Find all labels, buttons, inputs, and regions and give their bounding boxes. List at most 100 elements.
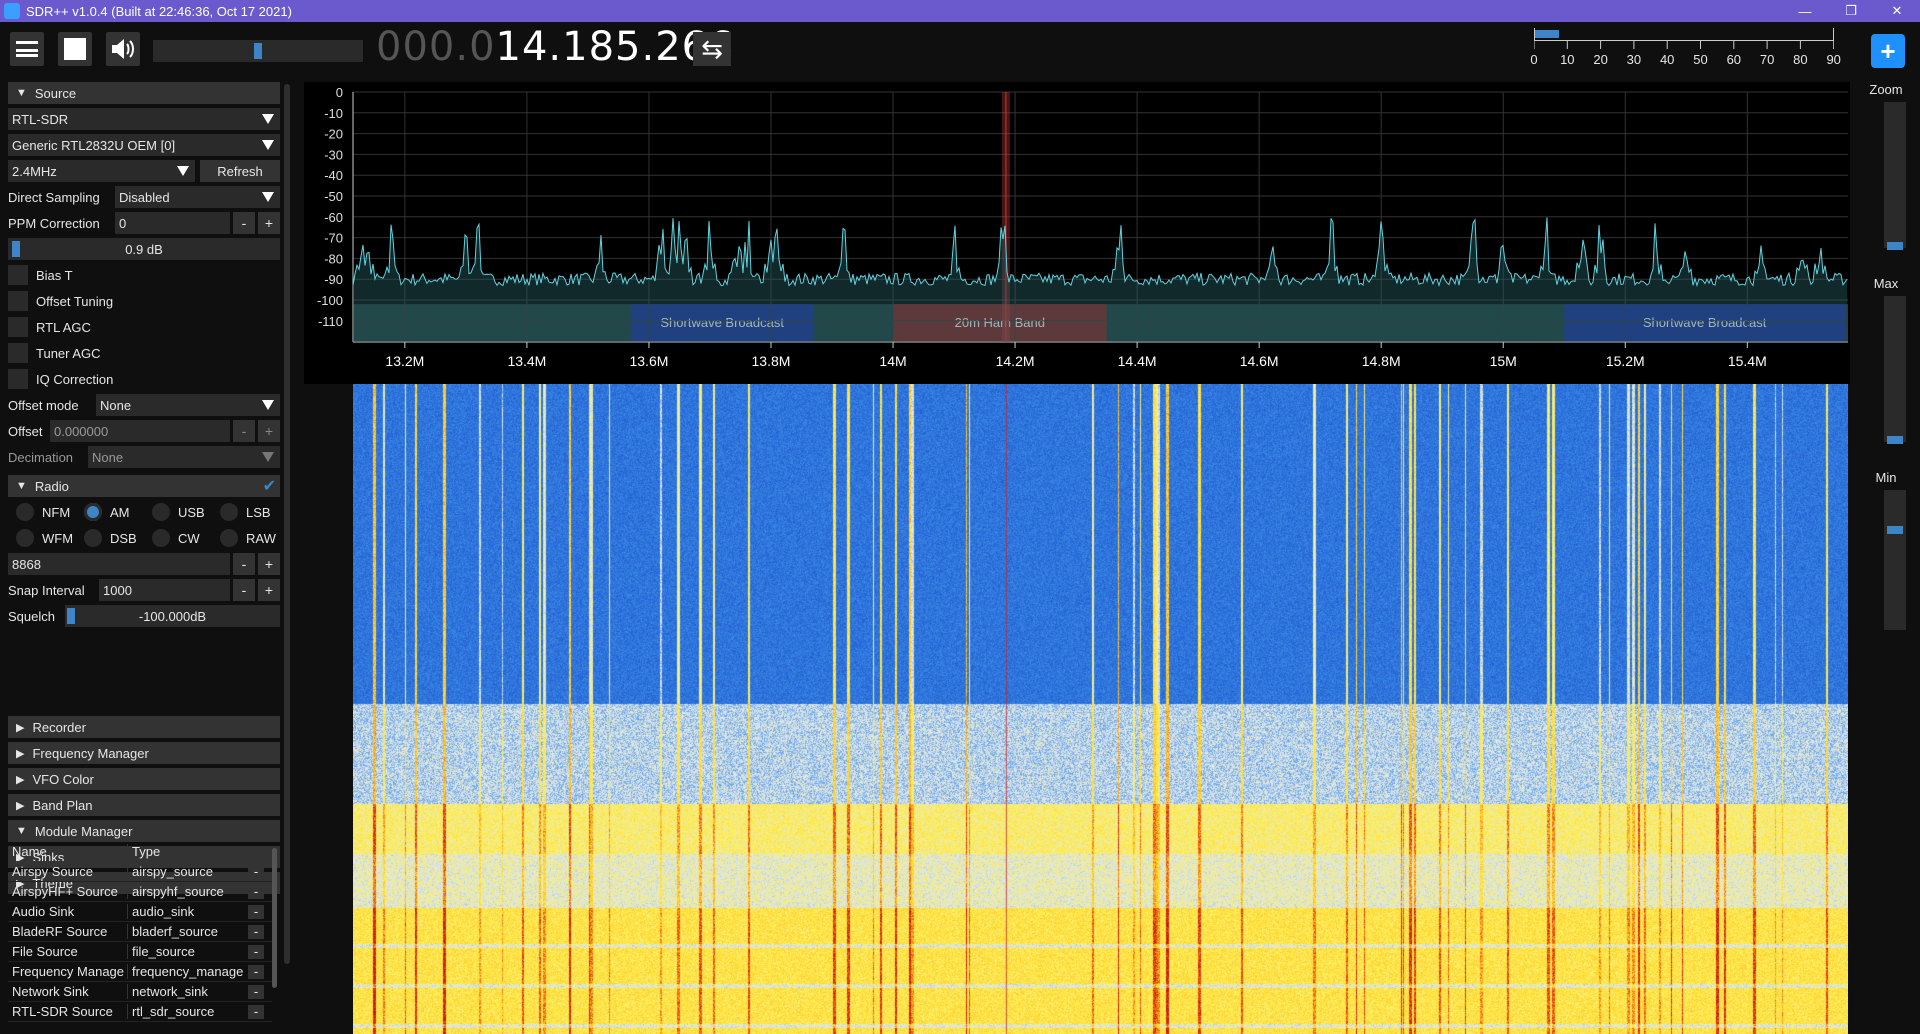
checkbox-box[interactable]	[8, 343, 28, 363]
collapsed-triangle-icon: ▶	[16, 799, 25, 812]
toolbar: 000.014.185.266 ⇆ 0 10 20 30 40 50 60 70 80 90 +	[0, 22, 1920, 80]
ppm-correction-value: 0	[119, 215, 127, 231]
device-select[interactable]: Generic RTL2832U OEM [0]	[8, 134, 280, 156]
radio-button-icon[interactable]	[220, 529, 238, 547]
remove-module-button[interactable]: -	[248, 924, 264, 939]
section-header-vfo-color[interactable]: ▶ VFO Color	[8, 768, 280, 790]
zoom-slider[interactable]	[1884, 102, 1906, 250]
mode-radio-cw[interactable]: CW	[144, 529, 212, 547]
gain-slider[interactable]: 0.9 dB	[8, 238, 280, 260]
mode-radio-am[interactable]: AM	[76, 503, 144, 521]
direct-sampling-select[interactable]: Disabled	[115, 186, 280, 208]
play-stop-button[interactable]	[58, 32, 92, 66]
waterfall-display[interactable]	[353, 384, 1848, 1034]
radio-button-icon[interactable]	[16, 529, 34, 547]
remove-module-button[interactable]: -	[248, 964, 264, 979]
frequency-display[interactable]: 000.014.185.266	[376, 24, 735, 70]
module-table-scrollbar[interactable]	[272, 848, 277, 988]
radio-button-icon[interactable]	[152, 503, 170, 521]
radio-section-title: Radio	[34, 478, 69, 494]
volume-slider-grab[interactable]	[254, 43, 262, 59]
offset-tuning-checkbox[interactable]: Offset Tuning	[8, 290, 280, 312]
freq-label: 13.2M	[385, 353, 424, 369]
maximize-button[interactable]: ❐	[1828, 0, 1874, 22]
radio-button-icon[interactable]	[84, 503, 102, 521]
bandwidth-decrement-button[interactable]: -	[233, 553, 255, 575]
close-button[interactable]: ✕	[1874, 0, 1920, 22]
tuner-agc-checkbox[interactable]: Tuner AGC	[8, 342, 280, 364]
remove-module-button[interactable]: -	[248, 864, 264, 879]
section-title: Recorder	[32, 719, 86, 735]
radio-button-icon[interactable]	[152, 529, 170, 547]
max-slider[interactable]	[1884, 296, 1906, 444]
refresh-button[interactable]: Refresh	[200, 160, 280, 182]
mute-button[interactable]	[106, 32, 140, 66]
squelch-slider[interactable]: -100.000dB	[65, 605, 280, 627]
offset-input[interactable]: 0.000000	[50, 420, 230, 442]
checkbox-box[interactable]	[8, 317, 28, 337]
snr-tick-label: 20	[1593, 52, 1608, 67]
mode-radio-lsb[interactable]: LSB	[212, 503, 280, 521]
bias-t-checkbox[interactable]: Bias T	[8, 264, 280, 286]
section-header-band-plan[interactable]: ▶ Band Plan	[8, 794, 280, 816]
remove-module-button[interactable]: -	[248, 944, 264, 959]
max-slider-grab[interactable]	[1887, 436, 1903, 444]
samplerate-select[interactable]: 2.4MHz	[8, 160, 195, 182]
rtl-agc-checkbox[interactable]: RTL AGC	[8, 316, 280, 338]
remove-module-button[interactable]: -	[248, 984, 264, 999]
checkbox-box[interactable]	[8, 369, 28, 389]
snap-decrement-button[interactable]: -	[233, 579, 255, 601]
frequency-leading-digits[interactable]: 000.0	[376, 24, 496, 70]
source-section-header[interactable]: ▼ Source	[8, 82, 280, 104]
iq-correction-checkbox[interactable]: IQ Correction	[8, 368, 280, 390]
squelch-slider-grab[interactable]	[67, 608, 75, 624]
ppm-increment-button[interactable]: +	[258, 212, 280, 234]
mode-radio-usb[interactable]: USB	[144, 503, 212, 521]
remove-module-button[interactable]: -	[248, 884, 264, 899]
radio-button-icon[interactable]	[84, 529, 102, 547]
radio-section-header[interactable]: ▼ Radio ✔	[8, 475, 280, 497]
remove-module-button[interactable]: -	[248, 1004, 264, 1019]
snr-tick-label: 30	[1626, 52, 1642, 67]
radio-button-icon[interactable]	[16, 503, 34, 521]
snap-increment-button[interactable]: +	[258, 579, 280, 601]
min-slider[interactable]	[1884, 490, 1906, 630]
ppm-decrement-button[interactable]: -	[233, 212, 255, 234]
source-select[interactable]: RTL-SDR	[8, 108, 280, 130]
gain-value: 0.9 dB	[125, 241, 163, 257]
table-row: Frequency Manage frequency_manage -	[8, 962, 272, 982]
offset-mode-select[interactable]: None	[96, 394, 280, 416]
remove-module-button[interactable]: -	[248, 904, 264, 919]
collapsed-triangle-icon: ▶	[16, 773, 25, 786]
module-manager-header[interactable]: ▼ Module Manager	[8, 820, 280, 842]
mode-radio-nfm[interactable]: NFM	[8, 503, 76, 521]
radio-button-icon[interactable]	[220, 503, 238, 521]
decimation-select[interactable]: None	[88, 446, 280, 468]
zoom-slider-grab[interactable]	[1887, 242, 1903, 250]
checkbox-box[interactable]	[8, 291, 28, 311]
minimize-button[interactable]: —	[1782, 0, 1828, 22]
mode-label: WFM	[42, 530, 74, 546]
checkmark-icon[interactable]: ✔	[263, 476, 276, 496]
ppm-correction-input[interactable]: 0	[115, 212, 230, 234]
min-slider-grab[interactable]	[1887, 526, 1903, 534]
volume-slider[interactable]	[153, 40, 363, 62]
mode-radio-wfm[interactable]: WFM	[8, 529, 76, 547]
section-header-recorder[interactable]: ▶ Recorder	[8, 716, 280, 738]
checkbox-box[interactable]	[8, 265, 28, 285]
offset-decrement-button[interactable]: -	[233, 420, 255, 442]
freq-label: 13.6M	[629, 353, 668, 369]
tuning-mode-button[interactable]: ⇆	[693, 32, 731, 66]
snap-interval-input[interactable]: 1000	[99, 579, 230, 601]
offset-increment-button[interactable]: +	[258, 420, 280, 442]
section-header-frequency-manager[interactable]: ▶ Frequency Manager	[8, 742, 280, 764]
fft-panel[interactable]: Shortwave Broadcast20m Ham BandShortwave…	[304, 82, 1850, 384]
mode-radio-dsb[interactable]: DSB	[76, 529, 144, 547]
device-select-value: Generic RTL2832U OEM [0]	[12, 137, 176, 153]
bandwidth-input[interactable]: 8868	[8, 553, 230, 575]
menu-button[interactable]	[10, 32, 44, 66]
gain-slider-grab[interactable]	[12, 241, 20, 257]
mode-radio-raw[interactable]: RAW	[212, 529, 280, 547]
sidebar-scrollbar[interactable]	[284, 84, 290, 964]
bandwidth-increment-button[interactable]: +	[258, 553, 280, 575]
